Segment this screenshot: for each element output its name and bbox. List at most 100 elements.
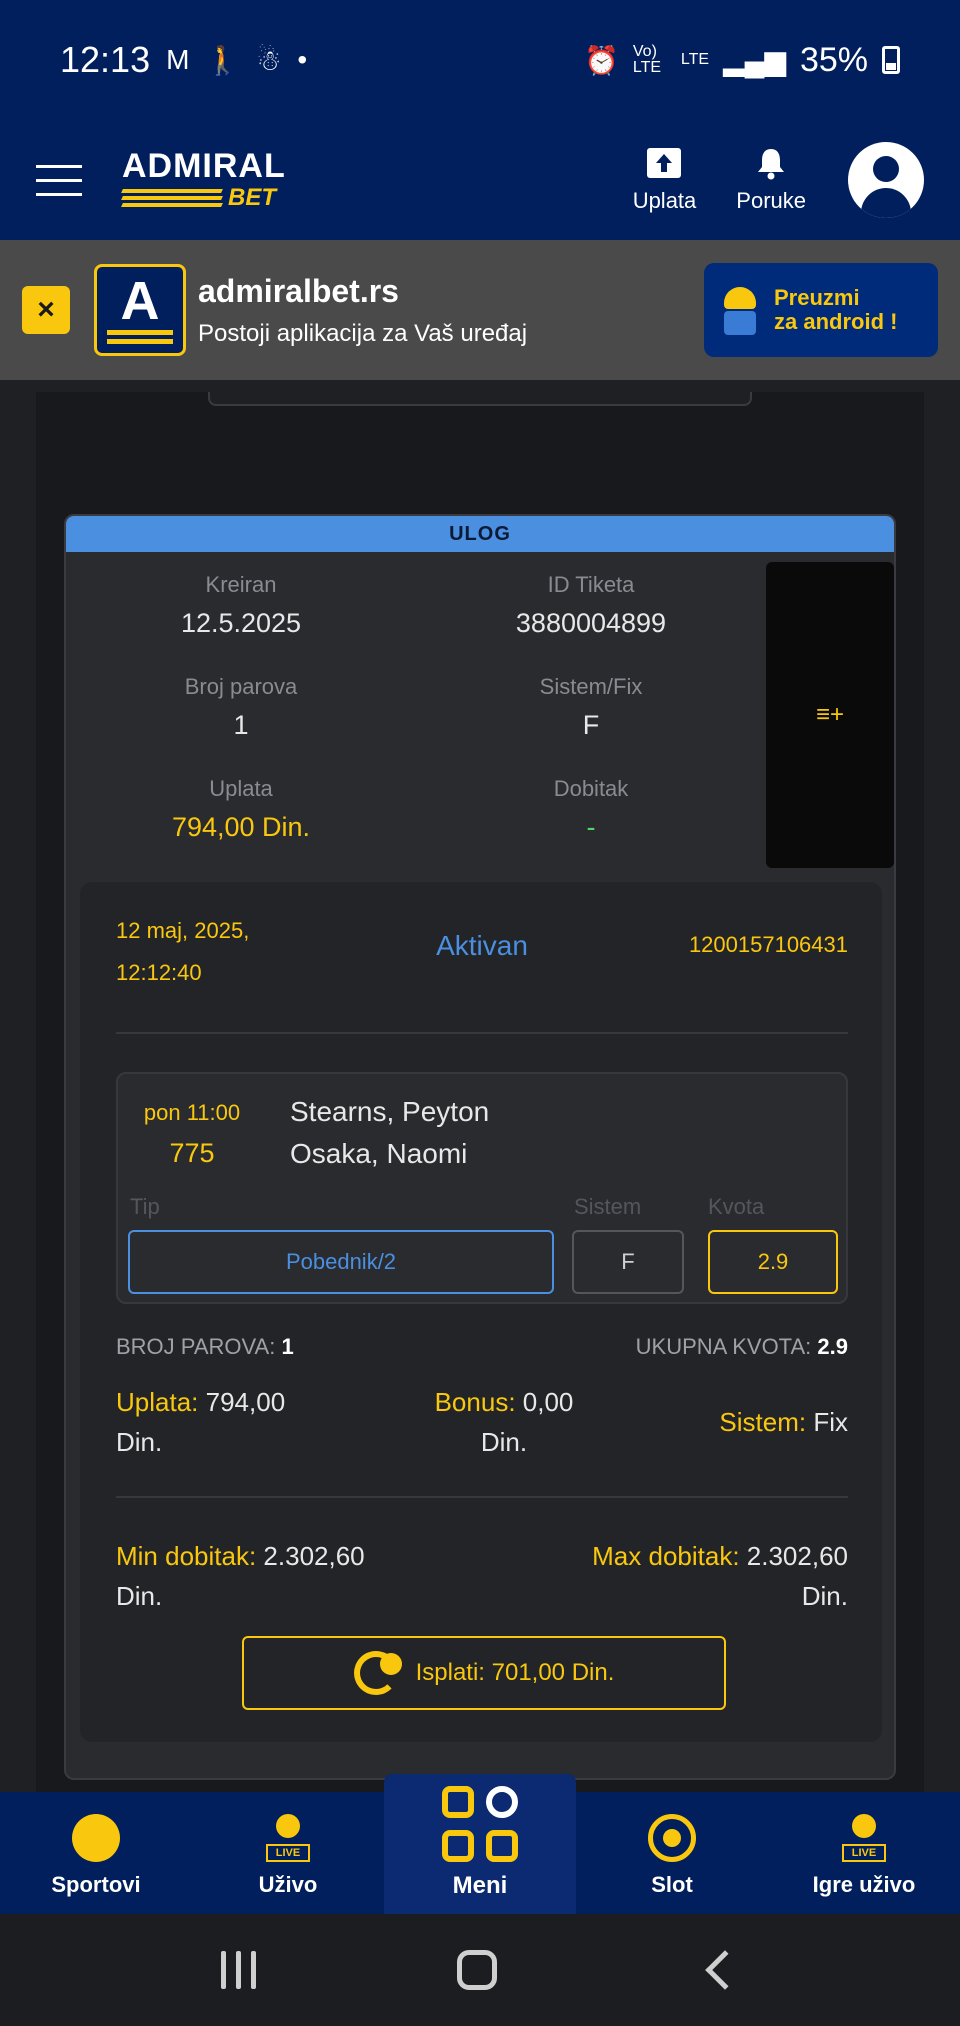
kvota-value-box: 2.9 <box>708 1230 838 1294</box>
id-tiketa-cell: ID Tiketa 3880004899 <box>416 572 766 639</box>
collapsed-tab <box>208 392 752 406</box>
app-icon: A <box>94 264 186 356</box>
uplata-cell: Uplata 794,00 Din. <box>66 776 416 843</box>
dobitak-cell: Dobitak - <box>416 776 766 843</box>
android-icon <box>718 283 762 337</box>
sistem-fix-cell: Sistem/Fix F <box>416 674 766 741</box>
poruke-button[interactable]: Poruke <box>736 146 806 214</box>
min-dobitak-currency: Din. <box>116 1581 163 1611</box>
tip-label: Tip <box>130 1194 160 1219</box>
tip-value-box: Pobednik/2 <box>128 1230 554 1294</box>
match-box: pon 11:00 775 Stearns, Peyton Osaka, Nao… <box>116 1072 848 1304</box>
uplata-sum-label: Uplata: <box>116 1387 199 1417</box>
kvota-label: Kvota <box>708 1194 765 1219</box>
max-dobitak-value: 2.302,60 <box>746 1541 848 1571</box>
broj-parova-total-label: BROJ PAROVA: <box>116 1334 276 1359</box>
nav-sportovi-label: Sportovi <box>51 1872 141 1897</box>
add-to-list-panel[interactable]: ≡+ <box>766 562 894 868</box>
uplata-label: Uplata <box>632 188 697 213</box>
bonus-currency: Din. <box>480 1427 528 1457</box>
ticket-card: ULOG Kreiran 12.5.2025 ID Tiketa 3880004… <box>64 514 896 1780</box>
activity-icon: ☃ <box>256 44 282 76</box>
gmail-icon: M <box>166 44 190 75</box>
close-banner-button[interactable]: × <box>22 286 70 334</box>
home-icon[interactable] <box>457 1950 498 1990</box>
back-icon[interactable] <box>705 1950 745 1990</box>
live-sports-icon: LIVE <box>264 1814 312 1862</box>
cashout-button[interactable]: Isplati: 701,00 Din. <box>242 1636 726 1710</box>
dobitak-value: - <box>586 812 596 842</box>
playlist-add-icon: ≡+ <box>815 701 845 728</box>
banner-title: admiralbet.rs <box>198 272 399 309</box>
nav-slot[interactable]: Slot <box>576 1792 768 1914</box>
deposit-icon <box>647 148 682 178</box>
nav-slot-label: Slot <box>651 1872 693 1897</box>
team-away: Osaka, Naomi <box>290 1138 468 1169</box>
bet-details: 12 maj, 2025, 12:12:40 Aktivan 120015710… <box>80 882 882 1742</box>
bonus-value: 0,00 <box>522 1387 574 1417</box>
broj-parova-cell: Broj parova 1 <box>66 674 416 741</box>
sistem-fix-value: F <box>582 710 600 740</box>
sistem-fix-label: Sistem/Fix <box>539 674 643 699</box>
bonus-label: Bonus: <box>434 1387 516 1417</box>
grid-menu-icon <box>442 1786 518 1862</box>
download-android-button[interactable]: Preuzmi za android ! <box>704 263 938 357</box>
sistem-value-box: F <box>572 1230 684 1294</box>
live-casino-icon: LIVE <box>840 1814 888 1862</box>
kreiran-value: 12.5.2025 <box>180 608 302 638</box>
battery-percent: 35% <box>799 40 868 79</box>
divider <box>116 1496 848 1498</box>
sistem-sum-value: Fix <box>813 1407 848 1437</box>
cashout-label: Isplati: 701,00 Din. <box>415 1659 615 1686</box>
uplata-button[interactable]: Uplata <box>632 146 697 214</box>
logo-bottom-text: BET <box>228 184 276 211</box>
broj-parova-label: Broj parova <box>184 674 298 699</box>
totals-row: BROJ PAROVA: 1 UKUPNA KVOTA: 2.9 <box>116 1334 848 1360</box>
max-dobitak-currency: Din. <box>801 1581 848 1611</box>
match-time: pon 11:00 <box>143 1100 241 1125</box>
user-avatar-icon[interactable] <box>848 142 924 218</box>
id-tiketa-label: ID Tiketa <box>547 572 635 597</box>
nav-igre-uzivo[interactable]: LIVE Igre uživo <box>768 1792 960 1914</box>
poruke-label: Poruke <box>736 188 806 213</box>
nav-meni-label: Meni <box>452 1872 508 1899</box>
app-icon-letter: A <box>120 271 160 331</box>
min-dobitak-label: Min dobitak: <box>116 1541 257 1571</box>
sports-balls-icon <box>72 1814 120 1862</box>
ulog-header: ULOG <box>66 516 894 552</box>
battery-icon <box>882 46 900 74</box>
uplata-bonus-row: Uplata: 794,00 Din. Bonus: 0,00 Din. Sis… <box>116 1382 848 1466</box>
max-dobitak-label: Max dobitak: <box>592 1541 740 1571</box>
uplata-info-value: 794,00 Din. <box>171 812 311 842</box>
bet-id: 1200157106431 <box>688 932 848 957</box>
bet-meta-row: 12 maj, 2025, 12:12:40 Aktivan 120015710… <box>116 910 848 1010</box>
status-bar: 12:13 M 🚶 ☃ • ⏰ Vo) LTE LTE ▂▄▆ 35% <box>0 0 960 120</box>
uplata-sum-value: 794,00 <box>205 1387 286 1417</box>
dobitak-label: Dobitak <box>553 776 629 801</box>
recent-apps-icon[interactable] <box>220 1951 256 1989</box>
ukupna-kvota-value: 2.9 <box>817 1334 848 1359</box>
dobitak-row: Min dobitak: 2.302,60 Din. Max dobitak: … <box>116 1536 848 1620</box>
logo-top-text: ADMIRAL <box>122 147 286 185</box>
admiral-bet-logo[interactable]: ADMIRAL BET <box>121 147 286 212</box>
nav-sportovi[interactable]: Sportovi <box>0 1792 192 1914</box>
alarm-icon: ⏰ <box>584 44 619 76</box>
app-header: ADMIRAL BET Uplata Poruke <box>0 120 960 240</box>
min-dobitak-value: 2.302,60 <box>263 1541 365 1571</box>
casino-chip-icon <box>648 1814 696 1862</box>
uplata-info-label: Uplata <box>209 776 273 801</box>
system-navigation-bar <box>0 1914 960 2026</box>
menu-icon[interactable] <box>36 164 82 196</box>
signal-icon: ▂▄▆ <box>723 44 786 76</box>
nav-uzivo-label: Uživo <box>258 1872 318 1897</box>
sistem-col-label: Sistem <box>574 1194 642 1219</box>
bell-icon <box>758 149 785 180</box>
nav-uzivo[interactable]: LIVE Uživo <box>192 1792 384 1914</box>
nav-meni[interactable]: Meni <box>384 1774 576 1914</box>
lte-indicator: LTE <box>680 51 710 68</box>
kreiran-cell: Kreiran 12.5.2025 <box>66 572 416 639</box>
banner-subtitle: Postoji aplikacija za Vaš uređaj <box>198 319 528 347</box>
team-home: Stearns, Peyton <box>290 1096 490 1127</box>
download-line1: Preuzmi <box>774 285 860 310</box>
ukupna-kvota-label: UKUPNA KVOTA: <box>635 1334 812 1359</box>
